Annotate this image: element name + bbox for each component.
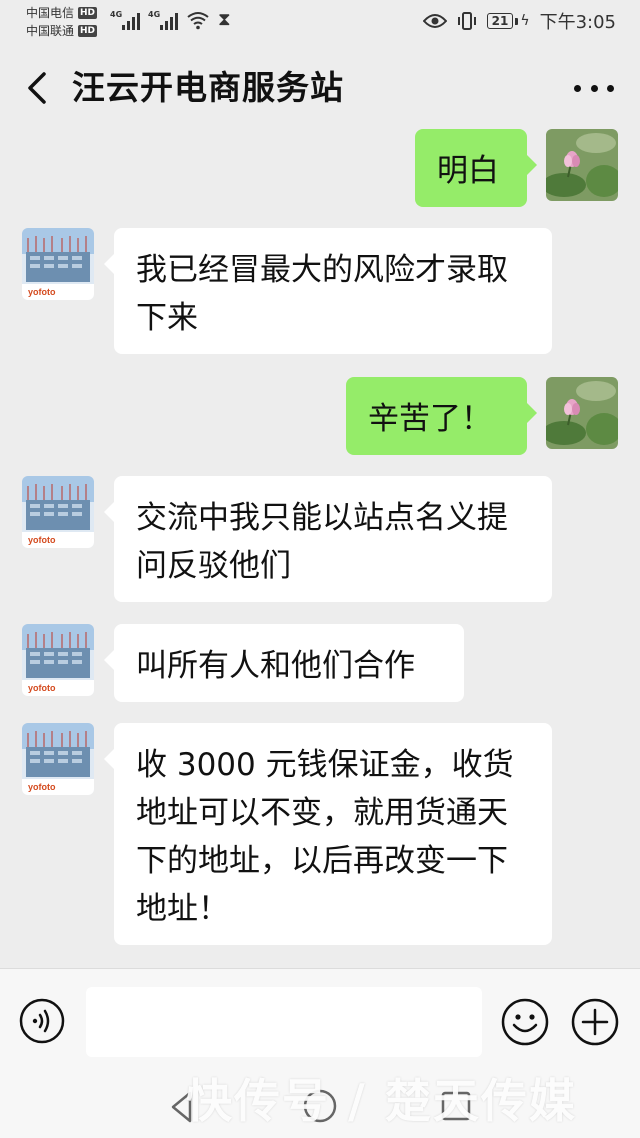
- yofoto-building-avatar[interactable]: yofoto: [22, 476, 94, 548]
- svg-text:yofoto: yofoto: [28, 535, 56, 545]
- lotus-avatar[interactable]: [546, 129, 618, 201]
- hd-badge: HD: [78, 25, 98, 37]
- lotus-avatar[interactable]: [546, 377, 618, 449]
- message-input[interactable]: [86, 987, 482, 1057]
- plus-icon[interactable]: [570, 997, 620, 1047]
- wifi-icon: [187, 12, 209, 30]
- svg-text:yofoto: yofoto: [28, 287, 56, 297]
- hourglass-icon: ⧗: [218, 9, 231, 30]
- status-bar: 中国电信 HD 中国联通 HD 4G 4G ⧗ 21 ϟ 下午3:05: [0, 0, 640, 44]
- signal-strength-icon: 4G: [110, 10, 140, 30]
- voice-icon[interactable]: [18, 997, 66, 1045]
- carrier-1: 中国电信: [26, 6, 75, 20]
- yofoto-building-avatar[interactable]: yofoto: [22, 624, 94, 696]
- svg-text:yofoto: yofoto: [28, 782, 56, 792]
- emoji-icon[interactable]: [500, 997, 550, 1047]
- message-bubble-incoming[interactable]: 我已经冒最大的风险才录取 下来: [104, 228, 552, 354]
- watermark: 快传号 / 楚天传媒: [186, 1074, 577, 1128]
- charging-icon: ϟ: [520, 13, 530, 29]
- signal-indicators: 4G 4G ⧗: [110, 10, 231, 30]
- message-bubble-incoming[interactable]: 收 3000 元钱保证金，收货 地址可以不变，就用货通天 下的地址，以后再改变一…: [104, 723, 552, 945]
- yofoto-building-avatar[interactable]: yofoto: [22, 723, 94, 795]
- svg-text:yofoto: yofoto: [28, 683, 56, 693]
- chat-input-bar: [0, 968, 640, 1079]
- battery-indicator: 21 ϟ: [486, 13, 530, 29]
- yofoto-building-avatar[interactable]: yofoto: [22, 228, 94, 300]
- chat-header: 汪云开电商服务站: [0, 44, 640, 132]
- message-bubble-outgoing[interactable]: 明白: [415, 129, 537, 207]
- eye-icon: [422, 14, 447, 28]
- chat-title: 汪云开电商服务站: [72, 68, 344, 107]
- carrier-2: 中国联通: [26, 24, 75, 38]
- message-bubble-outgoing[interactable]: 辛苦了！: [346, 377, 537, 455]
- battery-level: 21: [486, 13, 514, 29]
- status-time: 下午3:05: [539, 12, 616, 33]
- message-bubble-incoming[interactable]: 叫所有人和他们合作: [104, 624, 464, 702]
- vibrate-icon: [457, 12, 476, 30]
- message-bubble-incoming[interactable]: 交流中我只能以站点名义提 问反驳他们: [104, 476, 552, 602]
- more-dots-icon[interactable]: [574, 76, 614, 100]
- carrier-info: 中国电信 HD 中国联通 HD: [26, 4, 98, 40]
- chevron-left-icon[interactable]: [24, 70, 54, 106]
- signal-strength-icon: 4G: [148, 10, 178, 30]
- hd-badge: HD: [78, 7, 98, 19]
